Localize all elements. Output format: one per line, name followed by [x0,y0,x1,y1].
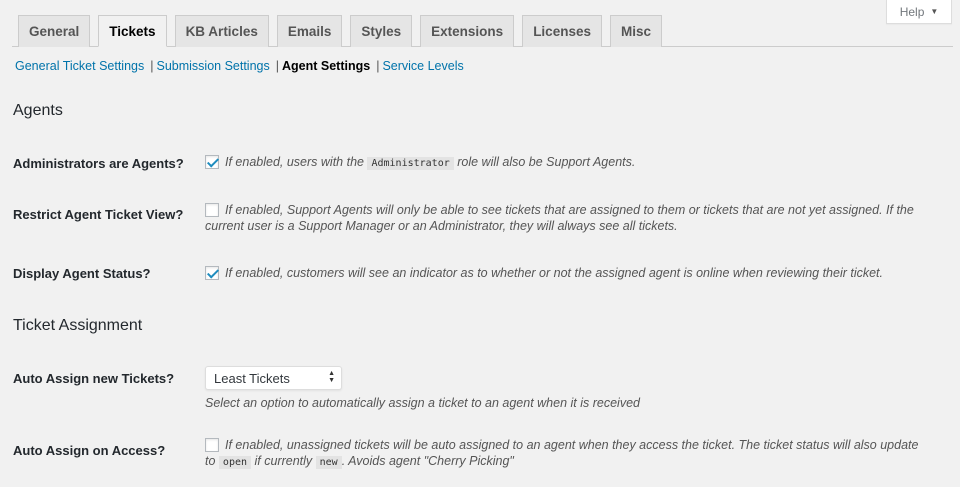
select-arrows-icon: ▲ ▼ [328,370,335,384]
desc-line: to open if currently new. Avoids agent "… [205,453,946,471]
desc-text: to [205,454,216,468]
section-title-agents: Agents [13,102,63,119]
admins-are-agents-label: Administrators are Agents? [13,156,184,171]
subnav-separator: | [376,59,380,73]
section-title-ticket-assignment: Ticket Assignment [13,317,143,334]
desc-text: if currently [254,454,313,468]
desc-text: If enabled, users with the [225,155,364,169]
desc-line: If enabled, Support Agents will only be … [225,203,914,217]
subnav-service-levels[interactable]: Service Levels [382,59,463,73]
subnav-separator: | [275,59,279,73]
tab-kb-articles[interactable]: KB Articles [174,15,269,47]
desc-text: If enabled, customers will see an indica… [225,266,884,280]
desc-text: Select an option to automatically assign… [205,396,640,410]
subnav-agent-settings[interactable]: Agent Settings [282,59,370,73]
subnav-submission-settings[interactable]: Submission Settings [156,59,269,73]
settings-tabs: General Tickets KB Articles Emails Style… [12,15,953,47]
auto-assign-access-description: If enabled, unassigned tickets will be a… [205,437,946,471]
subnav-general-ticket-settings[interactable]: General Ticket Settings [15,59,144,73]
tab-licenses[interactable]: Licenses [522,15,602,47]
auto-assign-select[interactable]: Least Tickets ▲ ▼ [205,366,342,390]
desc-line: current user is a Support Manager or an … [205,219,678,233]
restrict-view-description: If enabled, Support Agents will only be … [205,202,946,234]
sub-navigation: General Ticket Settings | Submission Set… [15,59,464,73]
tab-general[interactable]: General [18,15,91,47]
desc-text: . Avoids agent "Cherry Picking" [341,454,514,468]
administrator-code: Administrator [367,157,454,170]
auto-assign-new-description: Select an option to automatically assign… [205,395,946,411]
admins-are-agents-description: If enabled, users with the Administrator… [205,154,946,172]
display-status-label: Display Agent Status? [13,266,151,281]
new-status-code: new [315,456,342,469]
restrict-view-label: Restrict Agent Ticket View? [13,207,184,222]
auto-assign-new-label: Auto Assign new Tickets? [13,371,175,386]
tab-styles[interactable]: Styles [350,15,413,47]
tab-misc[interactable]: Misc [609,15,662,47]
tab-tickets[interactable]: Tickets [98,15,167,47]
tab-extensions[interactable]: Extensions [420,15,515,47]
desc-text: role will also be Support Agents. [457,155,636,169]
open-status-code: open [218,456,252,469]
tab-emails[interactable]: Emails [276,15,343,47]
subnav-separator: | [150,59,154,73]
auto-assign-access-label: Auto Assign on Access? [13,443,166,458]
desc-line: If enabled, unassigned tickets will be a… [225,438,919,452]
display-status-description: If enabled, customers will see an indica… [205,265,946,281]
auto-assign-selected-value: Least Tickets [214,370,290,386]
